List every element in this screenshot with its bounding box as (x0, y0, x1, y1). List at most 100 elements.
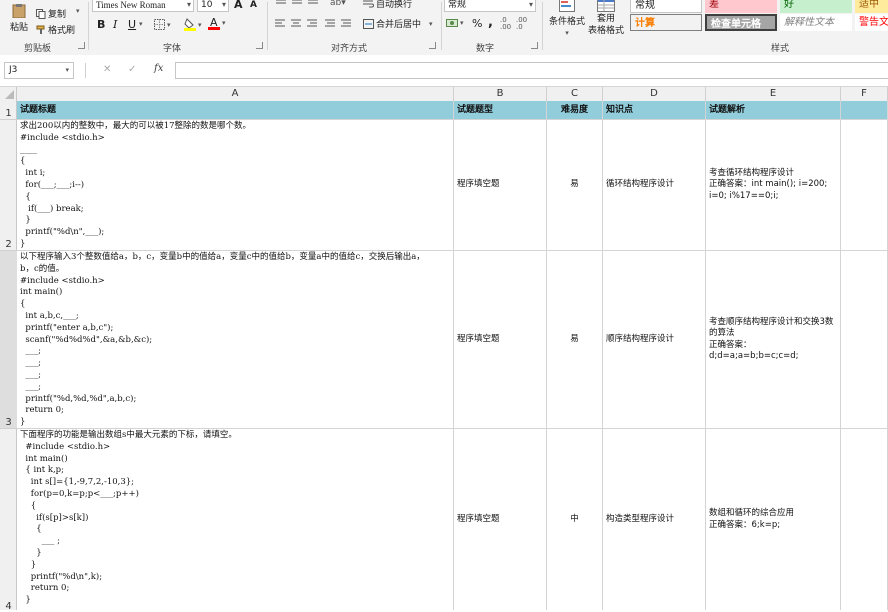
column-header-a[interactable]: A (17, 87, 454, 101)
format-painter-button[interactable]: 格式刷 (36, 23, 75, 36)
increase-decimal-button[interactable]: .0.00 (500, 17, 511, 31)
grow-font-button[interactable]: A (234, 0, 243, 11)
copy-button[interactable]: 复制 ▾ (36, 7, 80, 20)
align-top-icon (276, 0, 318, 4)
cell-analysis[interactable]: 考查循环结构程序设计 正确答案：int main(); i=200; i=0; … (706, 120, 841, 251)
row-header-1[interactable]: 1 (0, 101, 17, 120)
row-number: 3 (5, 417, 12, 428)
row-header-4[interactable]: 4 (0, 429, 17, 612)
header-cell-knowledge[interactable]: 知识点 (603, 101, 706, 120)
font-color-icon: A (208, 16, 220, 30)
chevron-down-icon: ▾ (565, 29, 569, 37)
align-top-button[interactable] (276, 0, 328, 9)
column-header-f[interactable]: F (841, 87, 888, 101)
underline-dropdown-icon[interactable]: ▾ (139, 20, 143, 28)
header-cell-analysis[interactable]: 试题解析 (706, 101, 841, 120)
conditional-format-button[interactable]: 条件格式 ▾ (548, 0, 586, 37)
fill-color-icon (184, 18, 196, 31)
column-headers: A B C D E F (0, 87, 888, 102)
paste-button[interactable]: 粘贴 (6, 4, 32, 38)
header-cell-title[interactable]: 试题标题 (17, 101, 454, 120)
borders-button[interactable]: ▾ (154, 19, 171, 30)
clipboard-launcher-icon[interactable] (78, 42, 85, 49)
cell-question-type[interactable]: 程序填空题 (454, 251, 547, 429)
font-name-select[interactable]: Times New Roman ▾ (92, 0, 194, 12)
horizontal-align-buttons[interactable] (275, 19, 355, 32)
cell-difficulty[interactable]: 易 (547, 251, 603, 429)
cell-empty[interactable] (841, 120, 888, 251)
italic-button[interactable]: I (113, 18, 117, 31)
cell-difficulty[interactable]: 中 (547, 429, 603, 610)
style-good[interactable]: 好 (780, 0, 852, 13)
style-explanatory[interactable]: 解释性文本 (780, 14, 852, 31)
cell-difficulty[interactable]: 易 (547, 120, 603, 251)
percent-button[interactable]: % (472, 17, 482, 30)
cell-knowledge-point[interactable]: 循环结构程序设计 (603, 120, 706, 251)
cell-question-type[interactable]: 程序填空题 (454, 120, 547, 251)
chevron-down-icon: ▾ (221, 0, 226, 9)
font-launcher-icon[interactable] (256, 42, 263, 49)
column-header-d[interactable]: D (603, 87, 706, 101)
orientation-button[interactable]: ab▾ (330, 0, 346, 8)
header-cell-type[interactable]: 试题题型 (454, 101, 547, 120)
style-normal[interactable]: 常规 (630, 0, 702, 13)
cell-analysis[interactable]: 数组和循环的综合应用 正确答案：6;k=p; (706, 429, 841, 610)
cell-question-title[interactable]: 以下程序输入3个整数值给a，b，c，变量b中的值给a，变量c中的值给b，变量a中… (17, 251, 454, 429)
chevron-down-icon: ▾ (186, 0, 191, 9)
header-cell-difficulty[interactable]: 难易度 (547, 101, 603, 120)
merge-center-button[interactable]: 合并后居中 ▾ (363, 17, 433, 30)
style-bad[interactable]: 差 (705, 0, 777, 13)
format-as-table-button[interactable]: 套用 表格格式 (586, 0, 626, 36)
style-check-cell[interactable]: 检查单元格 (705, 14, 777, 31)
ribbon-separator (88, 2, 89, 50)
format-as-table-label-1: 套用 (596, 14, 615, 24)
column-header-e[interactable]: E (706, 87, 841, 101)
cell-analysis[interactable]: 考查顺序结构程序设计和交换3数的算法 正确答案：d;d=a;a=b;b=c;c=… (706, 251, 841, 429)
column-header-b[interactable]: B (454, 87, 547, 101)
ribbon-separator (441, 2, 442, 50)
header-cell-f[interactable] (841, 101, 888, 120)
cell-knowledge-point[interactable]: 构造类型程序设计 (603, 429, 706, 610)
copy-dropdown-icon[interactable]: ▾ (76, 7, 80, 15)
select-all-button[interactable] (0, 87, 17, 101)
cell-knowledge-point[interactable]: 顺序结构程序设计 (603, 251, 706, 429)
cell-empty[interactable] (841, 429, 888, 610)
font-size-select[interactable]: 10 ▾ (197, 0, 229, 12)
ribbon-separator (267, 2, 268, 50)
style-warning[interactable]: 警告文本 (855, 14, 888, 31)
cell-question-title[interactable]: 下面程序的功能是输出数组s中最大元素的下标，请填空。 #include <std… (17, 429, 454, 610)
accounting-format-button[interactable]: ▾ (446, 18, 464, 28)
paste-icon (12, 4, 26, 18)
comma-button[interactable]: , (488, 15, 493, 30)
number-format-select[interactable]: 常规 ▾ (444, 0, 536, 12)
cancel-icon[interactable]: ✕ (103, 64, 111, 75)
alignment-launcher-icon[interactable] (429, 42, 436, 49)
wrap-text-button[interactable]: 自动换行 (363, 0, 412, 10)
enter-icon[interactable]: ✓ (128, 64, 136, 75)
decrease-decimal-button[interactable]: .00.0 (516, 17, 527, 31)
name-box[interactable]: J3 ▾ (4, 62, 74, 79)
bold-button[interactable]: B (97, 18, 105, 31)
ribbon-separator (542, 2, 543, 50)
number-launcher-icon[interactable] (531, 42, 538, 49)
shrink-font-button[interactable]: A (250, 0, 257, 10)
style-neutral[interactable]: 适中 (855, 0, 888, 13)
font-color-button[interactable]: A ▾ (208, 16, 226, 30)
underline-button[interactable]: U (128, 18, 136, 31)
column-header-c[interactable]: C (547, 87, 603, 101)
fill-color-button[interactable]: ▾ (184, 18, 202, 31)
cell-question-title[interactable]: 求出200以内的整数中，最大的可以被17整除的数是哪个数。 #include <… (17, 120, 454, 251)
borders-icon (154, 19, 165, 30)
style-calculation[interactable]: 计算 (630, 14, 702, 31)
formula-input[interactable] (175, 62, 888, 79)
cell-empty[interactable] (841, 251, 888, 429)
chevron-down-icon: ▾ (528, 0, 533, 9)
copy-icon (36, 8, 46, 19)
cell-question-type[interactable]: 程序填空题 (454, 429, 547, 610)
row-number: 4 (5, 601, 12, 612)
row-header-3[interactable]: 3 (0, 251, 17, 429)
row-header-2[interactable]: 2 (0, 120, 17, 251)
insert-function-icon[interactable]: fx (154, 63, 163, 74)
paste-label: 粘贴 (9, 23, 28, 33)
merge-center-icon (363, 18, 374, 29)
